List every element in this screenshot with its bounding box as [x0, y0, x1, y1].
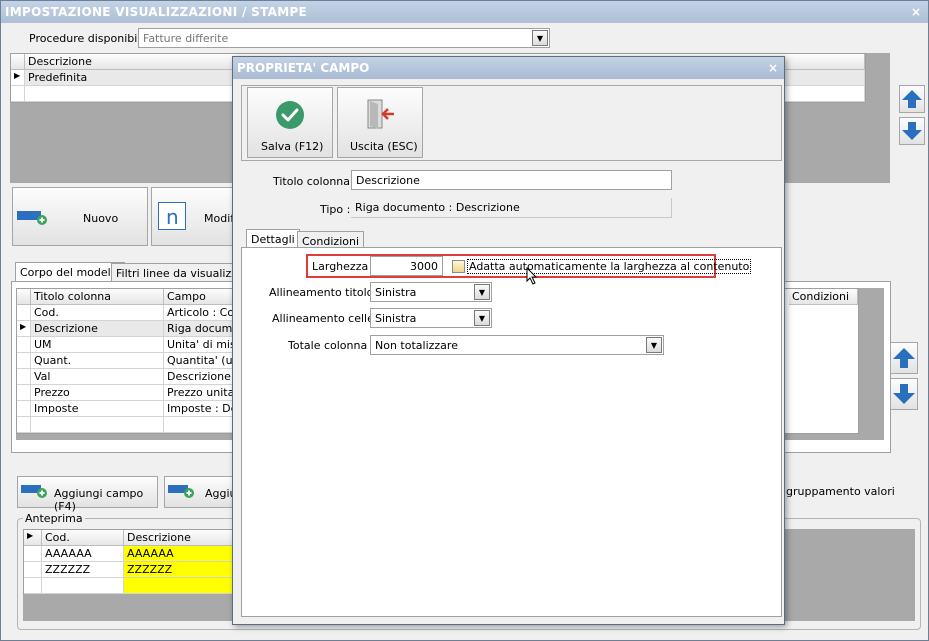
title-column-label: Titolo colonna : [273, 175, 358, 188]
width-input[interactable]: 3000 [370, 256, 443, 276]
arrow-down-icon [902, 122, 922, 140]
table-row[interactable]: Val [31, 369, 164, 385]
add-item-icon [21, 485, 47, 498]
close-icon[interactable]: × [911, 5, 921, 19]
tab-details[interactable]: Dettagli [246, 229, 300, 249]
autofit-label[interactable]: Adatta automaticamente la larghezza al c… [467, 259, 752, 274]
modify-button[interactable]: n Modifi [151, 187, 237, 246]
table-row: ZZZZZZ [124, 562, 236, 578]
width-label: Larghezza : [312, 260, 376, 273]
field-move-down-button[interactable] [890, 378, 918, 410]
preview-header-description: Descrizione [124, 530, 236, 546]
arrow-up-icon [893, 348, 915, 368]
total-column-label: Totale colonna : [288, 339, 375, 352]
chevron-down-icon[interactable]: ▼ [646, 337, 662, 353]
dialog-close-icon[interactable]: × [768, 61, 778, 75]
type-value: Riga documento : Descrizione [351, 198, 672, 218]
add-item-icon [17, 211, 47, 225]
align-title-select[interactable]: Sinistra ▼ [370, 282, 492, 302]
preview-grid: ▶ Cod. Descrizione AAAAAA AAAAAA ZZZZZZ … [23, 529, 236, 594]
table-row[interactable]: UM [31, 337, 164, 353]
preview-label: Anteprima [23, 512, 85, 525]
dialog-title: PROPRIETA' CAMPO [237, 61, 370, 75]
new-button[interactable]: Nuovo [12, 187, 148, 246]
row-indicator-icon: ▶ [11, 70, 25, 86]
dialog-title-bar: PROPRIETA' CAMPO [233, 57, 784, 79]
align-cells-select[interactable]: Sinistra ▼ [370, 308, 492, 328]
add-field-button[interactable]: Aggiungi campo (F4) [17, 476, 158, 513]
procedures-select[interactable]: Fatture differite ▼ [138, 28, 550, 48]
table-row: AAAAAA [42, 546, 124, 562]
table-row[interactable]: Cod. [31, 305, 164, 321]
fields-header-conditions: Condizioni [789, 289, 858, 305]
table-row[interactable]: Prezzo [31, 385, 164, 401]
chevron-down-icon[interactable]: ▼ [532, 30, 548, 46]
align-title-value: Sinistra [375, 286, 417, 299]
align-cells-value: Sinistra [375, 312, 417, 325]
table-row: AAAAAA [124, 546, 236, 562]
title-column-input[interactable]: Descrizione [351, 170, 672, 190]
add-other-button[interactable]: Aggiu [164, 476, 237, 508]
move-up-button[interactable] [899, 85, 925, 113]
edit-n-icon: n [158, 202, 186, 230]
table-row[interactable]: Imposte [31, 401, 164, 417]
table-row: ZZZZZZ [42, 562, 124, 578]
exit-door-icon [367, 99, 394, 129]
table-row[interactable]: Descrizione [31, 321, 164, 337]
new-button-label: Nuovo [83, 212, 119, 225]
tab-filters[interactable]: Filtri linee da visualizzare [111, 263, 235, 283]
window-title: IMPOSTAZIONE VISUALIZZAZIONI / STAMPE [5, 5, 308, 19]
type-label: Tipo : [320, 203, 351, 216]
chevron-down-icon[interactable]: ▼ [474, 284, 490, 300]
grouping-label: gruppamento valori [786, 485, 895, 498]
fields-header-title: Titolo colonna [31, 289, 164, 305]
preview-header-code: Cod. [42, 530, 124, 546]
procedures-select-value: Fatture differite [143, 32, 229, 45]
exit-button[interactable]: Uscita (ESC) [337, 87, 423, 158]
field-move-up-button[interactable] [890, 342, 918, 374]
total-column-select[interactable]: Non totalizzare ▼ [370, 335, 664, 355]
total-column-value: Non totalizzare [375, 339, 458, 352]
autofit-checkbox[interactable] [452, 260, 465, 273]
save-button[interactable]: Salva (F12) [247, 87, 333, 158]
add-field-button-label: Aggiungi campo (F4) [54, 487, 144, 513]
checkmark-icon [276, 101, 304, 129]
chevron-down-icon[interactable]: ▼ [474, 310, 490, 326]
procedures-label: Procedure disponibili : [29, 32, 151, 45]
mouse-cursor-icon [526, 267, 538, 285]
tab-body[interactable]: Corpo del modello [15, 262, 126, 282]
table-row[interactable]: Quant. [31, 353, 164, 369]
field-properties-dialog: PROPRIETA' CAMPO × Salva (F12) Uscita (E… [232, 56, 785, 625]
move-down-button[interactable] [899, 117, 925, 145]
align-title-label: Allineamento titolo : [269, 286, 381, 299]
arrow-down-icon [893, 384, 915, 404]
svg-text:n: n [166, 205, 179, 229]
exit-button-label: Uscita (ESC) [350, 140, 418, 153]
row-indicator-icon: ▶ [17, 321, 31, 337]
row-indicator-icon: ▶ [24, 530, 42, 546]
arrow-up-icon [902, 90, 922, 108]
save-button-label: Salva (F12) [261, 140, 324, 153]
details-panel [241, 247, 782, 617]
main-title-bar: IMPOSTAZIONE VISUALIZZAZIONI / STAMPE [1, 1, 928, 23]
align-cells-label: Allineamento celle : [272, 312, 382, 325]
add-item-icon [168, 485, 194, 498]
